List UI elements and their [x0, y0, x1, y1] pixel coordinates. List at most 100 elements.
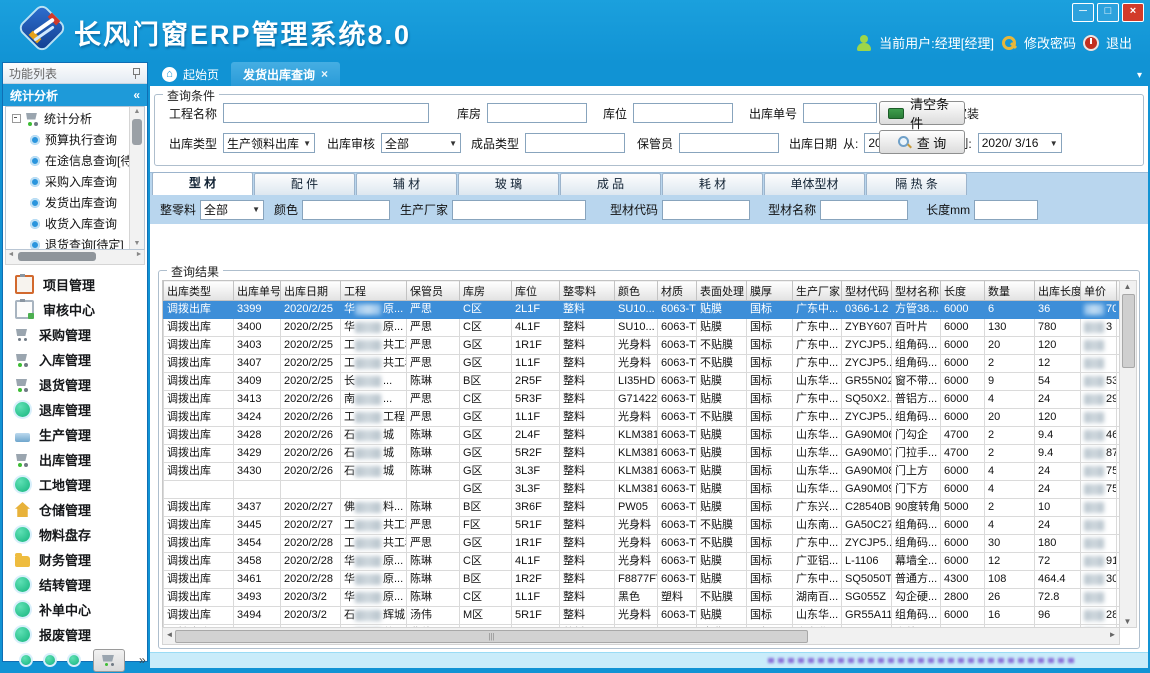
- close-button[interactable]: ×: [1122, 3, 1144, 22]
- sidebar-module-仓储管理[interactable]: 仓储管理: [3, 497, 147, 522]
- column-header-出库长度[interactable]: 出库长度: [1035, 281, 1081, 301]
- table-row[interactable]: 调拨出库34612020/2/28华原...陈琳B区1R2F整料F8877FT6…: [164, 571, 1121, 589]
- table-row[interactable]: 调拨出库34582020/2/28华原...陈琳C区4L1F整料光身料6063-…: [164, 553, 1121, 571]
- sidebar-module-退库管理[interactable]: 退库管理: [3, 397, 147, 422]
- minimize-button[interactable]: ─: [1072, 3, 1094, 22]
- pager-dot-icon[interactable]: [21, 655, 31, 665]
- sidebar-module-采购管理[interactable]: 采购管理: [3, 322, 147, 347]
- sidebar-module-审核中心[interactable]: 审核中心: [3, 297, 147, 322]
- table-row[interactable]: 调拨出库34372020/2/27佛料...陈琳B区3R6F整料PW056063…: [164, 499, 1121, 517]
- scroll-left-icon[interactable]: ◄: [164, 630, 175, 639]
- sidebar-module-生产管理[interactable]: 生产管理: [3, 422, 147, 447]
- table-row[interactable]: 调拨出库33992020/2/25华原...严思C区2L1F整料SU10...6…: [164, 301, 1121, 319]
- audit-select[interactable]: 全部▼: [381, 133, 461, 153]
- table-row[interactable]: 调拨出库34282020/2/26石城陈琳G区2L4F整料KLM38176063…: [164, 427, 1121, 445]
- column-header-库位[interactable]: 库位: [512, 281, 560, 301]
- tree-item-1[interactable]: 预算执行查询: [6, 129, 130, 150]
- column-header-生产厂家[interactable]: 生产厂家: [793, 281, 842, 301]
- warehouse-input[interactable]: [487, 103, 587, 123]
- column-header-材质[interactable]: 材质: [658, 281, 697, 301]
- pager-next-icon[interactable]: »: [139, 653, 146, 667]
- table-row[interactable]: 调拨出库34132020/2/26南...严思C区5R3F整料G71422606…: [164, 391, 1121, 409]
- column-header-颜色[interactable]: 颜色: [615, 281, 658, 301]
- pager-cart-button[interactable]: [93, 649, 125, 672]
- column-header-单价[interactable]: 单价: [1081, 281, 1117, 301]
- date-to-picker[interactable]: 2020/ 3/16▼: [978, 133, 1062, 153]
- column-header-出库单号[interactable]: 出库单号: [234, 281, 281, 301]
- table-row[interactable]: 调拨出库34932020/3/2华原...陈琳C区1L1F整料黑色塑料不贴膜国标…: [164, 589, 1121, 607]
- table-row[interactable]: 调拨出库34542020/2/28工共工程严思G区1R1F整料光身料6063-T…: [164, 535, 1121, 553]
- change-password-link[interactable]: 修改密码: [1024, 33, 1076, 52]
- column-header-膜厚[interactable]: 膜厚: [747, 281, 793, 301]
- section-header[interactable]: 统计分析 «: [3, 84, 147, 106]
- tree-item-6[interactable]: 退货查询[待定]: [6, 234, 130, 249]
- vendor-input[interactable]: [452, 200, 586, 220]
- sidebar-module-报废管理[interactable]: 报废管理: [3, 622, 147, 647]
- sidebar-module-财务管理[interactable]: 财务管理: [3, 547, 147, 572]
- material-tab-配件[interactable]: 配 件: [254, 173, 355, 195]
- column-header-型材代码[interactable]: 型材代码: [842, 281, 892, 301]
- out-type-select[interactable]: 生产领料出库▼: [223, 133, 315, 153]
- table-row[interactable]: 调拨出库34092020/2/25长...陈琳B区2R5F整料LI35HD606…: [164, 373, 1121, 391]
- sidebar-module-入库管理[interactable]: 入库管理: [3, 347, 147, 372]
- whole-part-select[interactable]: 全部▼: [200, 200, 264, 220]
- sidebar-module-补单中心[interactable]: 补单中心: [3, 597, 147, 622]
- expand-icon[interactable]: [12, 114, 21, 123]
- table-row[interactable]: G区3L3F整料KLM38176063-T5贴膜国标山东华...GA90M09.…: [164, 481, 1121, 499]
- tab-shipping-outbound-query[interactable]: 发货出库查询×: [231, 62, 340, 86]
- sidebar-module-工地管理[interactable]: 工地管理: [3, 472, 147, 497]
- table-row[interactable]: 调拨出库34942020/3/2石辉城汤伟M区5R1F整料光身料6063-T5贴…: [164, 607, 1121, 625]
- material-tab-辅材[interactable]: 辅 材: [356, 173, 457, 195]
- table-row[interactable]: 调拨出库34452020/2/27工共工程严思F区5R1F整料光身料6063-T…: [164, 517, 1121, 535]
- grid-horizontal-scrollbar[interactable]: ◄ ||| ►: [162, 627, 1120, 645]
- scroll-up-icon[interactable]: ▲: [1120, 281, 1135, 292]
- column-header-型材名称[interactable]: 型材名称: [892, 281, 941, 301]
- profile-name-input[interactable]: [820, 200, 908, 220]
- length-input[interactable]: [974, 200, 1038, 220]
- location-input[interactable]: [633, 103, 733, 123]
- column-header-表面处理[interactable]: 表面处理: [697, 281, 747, 301]
- product-type-input[interactable]: [525, 133, 625, 153]
- sidebar-module-结转管理[interactable]: 结转管理: [3, 572, 147, 597]
- scroll-up-icon[interactable]: ▲: [130, 107, 144, 117]
- close-tab-icon[interactable]: ×: [321, 67, 328, 81]
- table-row[interactable]: 调拨出库34032020/2/25工共工程严思G区1R1F整料光身料6063-T…: [164, 337, 1121, 355]
- sidebar-module-出库管理[interactable]: 出库管理: [3, 447, 147, 472]
- tree-horizontal-scrollbar[interactable]: ◄ ►: [5, 250, 145, 265]
- tree-item-4[interactable]: 发货出库查询: [6, 192, 130, 213]
- scroll-down-icon[interactable]: ▼: [1120, 616, 1135, 627]
- collapse-icon[interactable]: «: [133, 88, 140, 102]
- tab-overflow-icon[interactable]: ▾: [1137, 70, 1142, 81]
- pin-icon[interactable]: [131, 67, 141, 79]
- table-row[interactable]: 调拨出库34002020/2/25华原...严思C区4L1F整料SU10...6…: [164, 319, 1121, 337]
- column-header-整零料[interactable]: 整零料: [560, 281, 615, 301]
- scroll-left-icon[interactable]: ◄: [6, 251, 16, 258]
- clear-conditions-button[interactable]: 清空条件: [879, 101, 965, 125]
- tree-item-3[interactable]: 采购入库查询: [6, 171, 130, 192]
- grid-vertical-scrollbar[interactable]: ▲ ▼: [1119, 280, 1137, 628]
- material-tab-成品[interactable]: 成 品: [560, 173, 661, 195]
- sidebar-module-物料盘存[interactable]: 物料盘存: [3, 522, 147, 547]
- column-header-工程[interactable]: 工程: [341, 281, 407, 301]
- tree-vertical-scrollbar[interactable]: ▲ ▼: [129, 107, 144, 249]
- table-row[interactable]: 调拨出库34072020/2/25工共工程严思G区1L1F整料光身料6063-T…: [164, 355, 1121, 373]
- tree-hscroll-thumb[interactable]: [18, 252, 96, 261]
- pager-dot-icon[interactable]: [69, 655, 79, 665]
- tree-vscroll-thumb[interactable]: [132, 119, 142, 145]
- table-row[interactable]: 调拨出库34302020/2/26石城陈琳G区3L3F整料KLM38176063…: [164, 463, 1121, 481]
- search-button[interactable]: 查 询: [879, 130, 965, 154]
- table-row[interactable]: 调拨出库34242020/2/26工工程严思G区1L1F整料光身料6063-T5…: [164, 409, 1121, 427]
- material-tab-型材[interactable]: 型 材: [152, 172, 253, 195]
- profile-code-input[interactable]: [662, 200, 750, 220]
- column-header-长度[interactable]: 长度: [941, 281, 985, 301]
- sidebar-module-项目管理[interactable]: 项目管理: [3, 272, 147, 297]
- material-tab-玻璃[interactable]: 玻 璃: [458, 173, 559, 195]
- tree-item-2[interactable]: 在途信息查询[待: [6, 150, 130, 171]
- column-header-出库类型[interactable]: 出库类型: [164, 281, 234, 301]
- project-name-input[interactable]: [223, 103, 429, 123]
- material-tab-耗材[interactable]: 耗 材: [662, 173, 763, 195]
- column-header-保管员[interactable]: 保管员: [407, 281, 460, 301]
- scroll-right-icon[interactable]: ►: [1107, 630, 1118, 639]
- scroll-down-icon[interactable]: ▼: [130, 239, 144, 249]
- maximize-button[interactable]: □: [1097, 3, 1119, 22]
